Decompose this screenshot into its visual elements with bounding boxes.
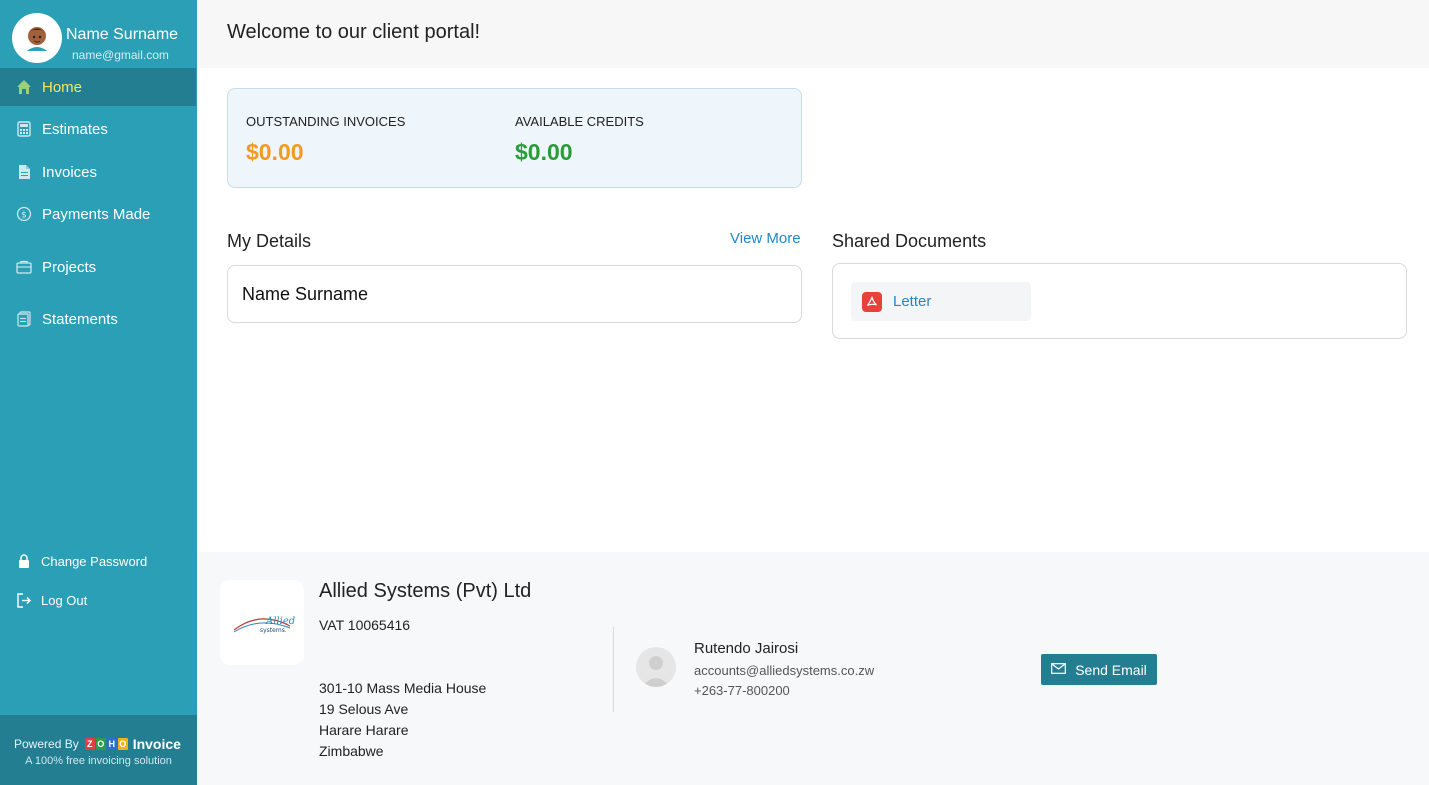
sidebar-item-label: Invoices	[42, 163, 98, 181]
person-icon	[642, 656, 670, 687]
my-details-title: My Details	[227, 231, 312, 251]
sidebar-item-home[interactable]: Home	[0, 68, 196, 106]
document-name: Letter	[893, 293, 932, 310]
calculator-icon	[16, 121, 32, 137]
available-credits-value[interactable]: $0.00	[515, 139, 573, 166]
sidebar-item-projects[interactable]: Projects	[0, 248, 196, 286]
svg-text:Allied: Allied	[265, 616, 295, 627]
footer-divider	[613, 627, 614, 712]
home-icon	[16, 79, 32, 95]
company-footer: Allied systems. Allied Systems (Pvt) Ltd…	[197, 552, 1429, 785]
powered-by-text: Powered By	[14, 737, 79, 751]
svg-text:systems.: systems.	[260, 627, 287, 634]
contact-avatar	[636, 647, 676, 687]
page-title: Welcome to our client portal!	[227, 21, 481, 43]
company-logo: Allied systems.	[220, 580, 304, 665]
contact-name: Rutendo Jairosi	[694, 640, 799, 657]
mail-icon	[1051, 661, 1067, 679]
log-out-label: Log Out	[41, 592, 88, 608]
contact-email: accounts@alliedsystems.co.zw	[694, 663, 875, 678]
page-header: Welcome to our client portal!	[197, 0, 1429, 68]
sidebar-item-statements[interactable]: Statements	[0, 300, 196, 338]
svg-text:$: $	[21, 211, 27, 221]
change-password-label: Change Password	[41, 553, 148, 569]
avatar[interactable]	[12, 13, 62, 63]
send-email-button[interactable]: Send Email	[1041, 654, 1157, 685]
powered-by-subtitle: A 100% free invoicing solution	[25, 755, 172, 767]
document-item[interactable]: Letter	[851, 282, 1031, 321]
sidebar-item-label: Estimates	[42, 120, 108, 138]
sidebar-item-estimates[interactable]: Estimates	[0, 110, 196, 148]
shared-documents-card: Letter	[832, 263, 1407, 339]
dollar-circle-icon: $	[16, 206, 32, 222]
view-more-link[interactable]: View More	[730, 230, 801, 247]
invoice-brand: Invoice	[132, 736, 181, 752]
user-profile[interactable]: Name Surname name@gmail.com	[0, 0, 197, 68]
sidebar: Name Surname name@gmail.com Home Estimat…	[0, 0, 197, 785]
outstanding-invoices-label: OUTSTANDING INVOICES	[246, 114, 406, 129]
outstanding-invoices-value[interactable]: $0.00	[246, 139, 304, 166]
contact-phone: +263-77-800200	[694, 683, 790, 698]
document-icon	[16, 164, 32, 180]
shared-documents-title: Shared Documents	[832, 231, 987, 251]
address-line: Harare Harare	[319, 722, 409, 738]
change-password-link[interactable]: Change Password	[0, 548, 196, 574]
zoho-logo: Z O H O	[84, 738, 129, 750]
user-email: name@gmail.com	[72, 48, 169, 62]
sidebar-item-invoices[interactable]: Invoices	[0, 153, 196, 191]
logout-icon	[16, 592, 32, 608]
powered-by-section[interactable]: Powered By Z O H O Invoice A 100% free i…	[0, 715, 197, 785]
pdf-icon	[862, 291, 882, 312]
address-line: 301-10 Mass Media House	[319, 680, 487, 696]
sidebar-item-payments-made[interactable]: $ Payments Made	[0, 195, 196, 233]
sidebar-item-label: Payments Made	[42, 205, 151, 223]
details-name: Name Surname	[242, 284, 369, 304]
sidebar-item-label: Projects	[42, 258, 97, 276]
account-summary-card: OUTSTANDING INVOICES $0.00 AVAILABLE CRE…	[227, 88, 802, 188]
lock-icon	[16, 553, 32, 569]
log-out-link[interactable]: Log Out	[0, 587, 196, 613]
send-email-label: Send Email	[1075, 661, 1147, 678]
company-name: Allied Systems (Pvt) Ltd	[319, 580, 532, 602]
details-card: Name Surname	[227, 265, 802, 323]
user-avatar-icon	[27, 27, 47, 51]
statement-icon	[16, 311, 32, 327]
address-line: Zimbabwe	[319, 743, 384, 759]
briefcase-icon	[16, 259, 32, 275]
sidebar-item-label: Home	[42, 78, 83, 96]
sidebar-item-label: Statements	[42, 310, 118, 328]
user-name: Name Surname	[66, 26, 179, 43]
company-vat: VAT 10065416	[319, 617, 411, 633]
address-line: 19 Selous Ave	[319, 701, 409, 717]
available-credits-label: AVAILABLE CREDITS	[515, 114, 644, 129]
